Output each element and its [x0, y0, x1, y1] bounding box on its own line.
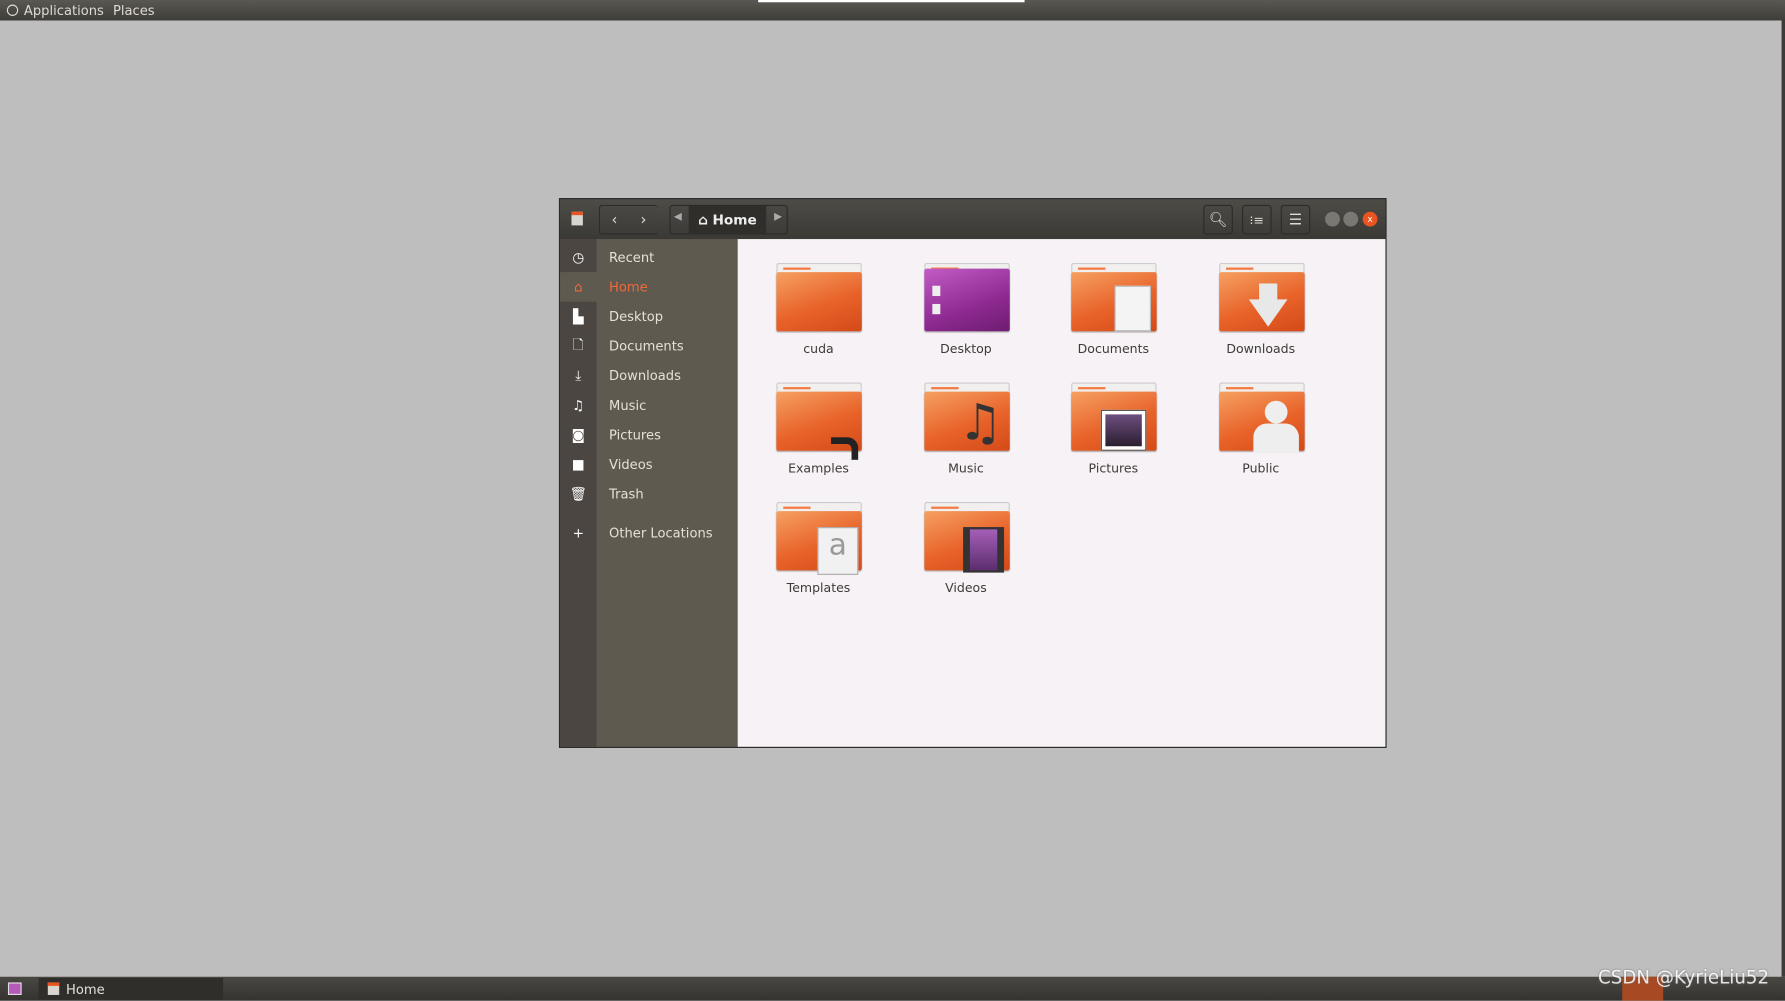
- file-item-examples[interactable]: Examples: [745, 382, 893, 497]
- back-button[interactable]: ‹ ›: [598, 204, 658, 235]
- close-button[interactable]: x: [1362, 211, 1378, 227]
- sidebar: ◷ Recent ⌂ Home ▙ Desktop 🗋 Documents ⤓ Downloads…: [560, 239, 738, 747]
- panel-highlight: [758, 0, 1025, 3]
- desktop-folder-icon: [923, 262, 1010, 334]
- camera-icon: ◙: [571, 426, 585, 443]
- screen-edge: [1781, 20, 1785, 977]
- maximize-button[interactable]: [1343, 211, 1359, 227]
- folder-icon: ▙: [573, 308, 584, 325]
- download-icon: ⤓: [575, 367, 582, 384]
- documents-folder-icon: [1071, 262, 1157, 334]
- music-icon: ♫: [572, 397, 585, 414]
- search-button[interactable]: 🔍︎: [1203, 204, 1233, 235]
- breadcrumb-home[interactable]: ⌂ Home: [688, 206, 767, 234]
- file-item-documents[interactable]: Documents: [1039, 262, 1187, 377]
- sidebar-item-desktop[interactable]: ▙ Desktop: [560, 302, 738, 332]
- show-desktop-icon[interactable]: [7, 982, 22, 995]
- home-icon: ⌂: [573, 278, 583, 295]
- plus-icon: +: [572, 524, 585, 541]
- menu-button[interactable]: ☰: [1280, 204, 1311, 235]
- hamburger-menu-icon: ☰: [1288, 211, 1303, 229]
- sidebar-item-home[interactable]: ⌂ Home: [560, 272, 738, 302]
- chevron-right-icon[interactable]: ›: [641, 211, 647, 228]
- examples-folder-icon: [776, 382, 862, 460]
- document-icon: 🗋: [572, 336, 584, 353]
- clock-icon: ◷: [572, 249, 585, 266]
- sidebar-item-videos[interactable]: ■ Videos: [560, 450, 738, 480]
- sidebar-item-recent[interactable]: ◷ Recent: [560, 242, 738, 272]
- applications-logo-icon: [6, 4, 19, 16]
- trash-icon: 🗑: [569, 486, 587, 503]
- search-icon: 🔍︎: [1208, 211, 1228, 229]
- file-view: cuda Desktop Documents Downloads Examples ♫ Mu…: [737, 239, 1386, 747]
- video-icon: ■: [571, 456, 585, 473]
- file-manager-icon: [47, 982, 60, 995]
- app-icon: [571, 211, 583, 226]
- home-icon: ⌂: [698, 211, 708, 228]
- taskbar: Home: [0, 976, 1785, 1001]
- sidebar-item-trash[interactable]: 🗑 Trash: [560, 479, 738, 509]
- file-manager-window: ‹ › ◀ ⌂ Home ▶ 🔍︎ ⁝≡ ☰ x ◷ Recent ⌂ Home ▙ Desk…: [558, 198, 1387, 748]
- list-view-icon: ⁝≡: [1249, 212, 1265, 228]
- videos-folder-icon: [923, 502, 1010, 573]
- pictures-folder-icon: [1071, 382, 1157, 454]
- top-panel: Applications Places: [0, 0, 1785, 21]
- music-folder-icon: ♫: [923, 382, 1010, 454]
- file-item-public[interactable]: Public: [1187, 382, 1335, 497]
- chevron-left-icon: ‹: [611, 211, 618, 229]
- view-toggle-button[interactable]: ⁝≡: [1241, 204, 1272, 235]
- folder-icon: [776, 262, 862, 334]
- file-item-desktop[interactable]: Desktop: [892, 262, 1040, 377]
- sidebar-item-downloads[interactable]: ⤓ Downloads: [560, 361, 738, 391]
- header-bar: ‹ › ◀ ⌂ Home ▶ 🔍︎ ⁝≡ ☰ x: [560, 199, 1386, 240]
- menu-places[interactable]: Places: [113, 2, 155, 18]
- taskbar-window-home[interactable]: Home: [38, 977, 224, 1000]
- sidebar-item-other-locations[interactable]: + Other Locations: [560, 518, 738, 548]
- watermark: CSDN @KyrieLiu52: [1598, 966, 1770, 989]
- path-right-arrow-icon[interactable]: ▶: [774, 212, 782, 223]
- file-item-pictures[interactable]: Pictures: [1039, 382, 1187, 497]
- file-item-videos[interactable]: Videos: [892, 502, 1040, 616]
- templates-folder-icon: a: [776, 502, 862, 575]
- downloads-folder-icon: [1218, 262, 1305, 334]
- file-item-music[interactable]: ♫ Music: [892, 382, 1040, 497]
- sidebar-item-music[interactable]: ♫ Music: [560, 390, 738, 420]
- file-item-downloads[interactable]: Downloads: [1187, 262, 1335, 377]
- menu-applications[interactable]: Applications: [24, 2, 104, 18]
- file-item-cuda[interactable]: cuda: [745, 262, 893, 377]
- path-left-arrow-icon[interactable]: ◀: [674, 212, 682, 223]
- public-folder-icon: [1218, 382, 1305, 454]
- file-item-templates[interactable]: a Templates: [745, 502, 893, 616]
- sidebar-item-pictures[interactable]: ◙ Pictures: [560, 420, 738, 450]
- sidebar-item-documents[interactable]: 🗋 Documents: [560, 331, 738, 361]
- minimize-button[interactable]: [1325, 211, 1340, 227]
